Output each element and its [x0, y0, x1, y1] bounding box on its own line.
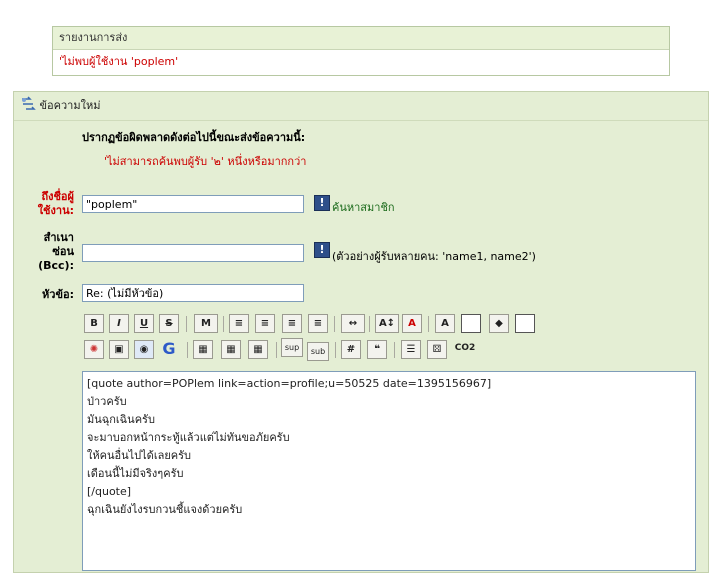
hr-button[interactable]: ↔	[341, 314, 365, 333]
search-members-link[interactable]: ค้นหาสมาชิก	[332, 198, 395, 216]
bold-button[interactable]: B	[84, 314, 104, 333]
align-center-button[interactable]: ≡	[282, 314, 302, 333]
code-hash-button[interactable]: #	[341, 340, 361, 359]
to-input[interactable]	[82, 195, 304, 213]
message-body-line: ให้คนอื่นไปได้เลยครับ	[87, 449, 192, 462]
new-message-title: ข้อความใหม่	[39, 99, 101, 112]
highlight-icon[interactable]: ◆	[489, 314, 509, 333]
highlight-swatch[interactable]	[515, 314, 535, 333]
underline-button[interactable]: U	[134, 314, 154, 333]
sub-button[interactable]: sub	[307, 342, 329, 361]
list-button[interactable]: ☰	[401, 340, 421, 359]
subject-label: หัวข้อ:	[42, 288, 74, 301]
quote-button[interactable]: ❝	[367, 340, 387, 359]
bcc-search-icon[interactable]: !	[314, 242, 330, 258]
google-icon[interactable]: G	[159, 340, 179, 359]
message-body-line: เดือนนี้ไม่มีจริงๆครับ	[87, 467, 184, 480]
report-panel: รายงานการส่ง 'ไม่พบผู้ใช้งาน 'poplem'	[52, 26, 670, 76]
message-body-line: ป่าวครับ	[87, 395, 127, 408]
to-label: ถึงชื่อผู้ ใช้งาน:	[37, 190, 74, 217]
message-body[interactable]: [quote author=POPlem link=action=profile…	[82, 371, 696, 571]
bcc-hint: (ตัวอย่างผู้รับหลายคน: 'name1, name2')	[332, 250, 536, 263]
font-face-button[interactable]: A	[402, 314, 422, 333]
font-color-swatch[interactable]	[461, 314, 481, 333]
pre-button[interactable]: ≡	[229, 314, 249, 333]
message-body-line: จะมาบอกหน้ากระทู้แล้วแต่ไม่ทันขอภัยครับ	[87, 431, 290, 444]
report-title: รายงานการส่ง	[53, 27, 669, 50]
dice-button[interactable]: ⚄	[427, 340, 447, 359]
bcc-label: สำเนา ซ่อน (Bcc):	[38, 231, 74, 272]
strike-button[interactable]: S	[159, 314, 179, 333]
align-left-button[interactable]: ≡	[255, 314, 275, 333]
search-members-icon[interactable]: !	[314, 195, 330, 211]
link-globe-icon[interactable]: ◉	[134, 340, 154, 359]
message-body-line: [quote author=POPlem link=action=profile…	[87, 377, 492, 390]
message-body-line: มันฉุกเฉินครับ	[87, 413, 155, 426]
font-color-icon[interactable]: A	[435, 314, 455, 333]
co2-button[interactable]: CO2	[452, 340, 478, 359]
flash-button[interactable]: ✺	[84, 340, 104, 359]
report-error: 'ไม่พบผู้ใช้งาน 'poplem'	[59, 55, 179, 68]
subject-input[interactable]	[82, 284, 304, 302]
new-message-icon	[20, 95, 36, 111]
image-button[interactable]: ▣	[109, 340, 129, 359]
sup-button[interactable]: sup	[281, 338, 303, 357]
error-detail: 'ไม่สามารถค้นพบผู้รับ '๒' หนึ่งหรือมากกว…	[104, 155, 307, 168]
message-body-line: ฉุกเฉินยังไงรบกวนชี้แจงด้วยครับ	[87, 503, 243, 516]
new-message-header: ข้อความใหม่	[14, 92, 708, 121]
error-heading: ปรากฏข้อผิดพลาดดังต่อไปนี้ขณะส่งข้อความน…	[82, 131, 306, 144]
table-button[interactable]: ▦	[193, 340, 213, 359]
align-right-button[interactable]: ≡	[308, 314, 328, 333]
bcc-input[interactable]	[82, 244, 304, 262]
font-size-button[interactable]: A↕	[375, 314, 399, 333]
table-cell-button[interactable]: ▦	[248, 340, 268, 359]
italic-button[interactable]: I	[109, 314, 129, 333]
table-row-button[interactable]: ▦	[221, 340, 241, 359]
marquee-button[interactable]: M	[194, 314, 218, 333]
message-body-line: [/quote]	[87, 485, 132, 498]
